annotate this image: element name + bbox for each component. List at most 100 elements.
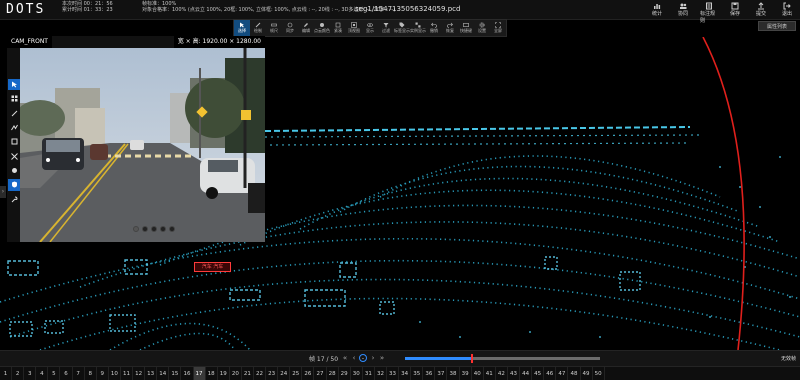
frame-number[interactable]: 49 bbox=[581, 367, 593, 380]
frame-number[interactable]: 46 bbox=[544, 367, 557, 380]
left-tool-split[interactable] bbox=[8, 151, 20, 162]
frame-number[interactable]: 21 bbox=[242, 367, 254, 380]
collapse-left-panel-button[interactable]: › bbox=[0, 186, 6, 198]
collab-button[interactable]: 协同 bbox=[674, 2, 692, 24]
camera-pager-dot[interactable] bbox=[142, 226, 148, 232]
frame-number[interactable]: 34 bbox=[399, 367, 412, 380]
frame-number[interactable]: 17 bbox=[193, 367, 206, 380]
stats-button[interactable]: 统计 bbox=[648, 2, 666, 24]
frame-number[interactable]: 47 bbox=[556, 367, 569, 380]
first-frame-button[interactable]: « bbox=[341, 354, 349, 362]
frame-number[interactable]: 22 bbox=[254, 367, 267, 380]
tool-compact[interactable]: 紧凑 bbox=[330, 20, 346, 36]
left-tool-fill[interactable] bbox=[8, 165, 20, 176]
frame-number[interactable]: 41 bbox=[484, 367, 496, 380]
tool-edit[interactable]: 编辑 bbox=[298, 20, 314, 36]
save-button[interactable]: 保存 bbox=[726, 2, 744, 24]
frame-number[interactable]: 35 bbox=[411, 367, 424, 380]
frame-number[interactable]: 23 bbox=[266, 367, 279, 380]
frame-number[interactable]: 7 bbox=[73, 367, 85, 380]
tool-point-color[interactable]: 点云颜色 bbox=[314, 20, 330, 36]
tool-shortcuts[interactable]: 快捷键 bbox=[458, 20, 474, 36]
play-button[interactable]: · bbox=[359, 354, 367, 363]
frame-number[interactable]: 5 bbox=[48, 367, 61, 380]
frame-number[interactable]: 43 bbox=[508, 367, 521, 380]
camera-pager-dot[interactable] bbox=[133, 226, 139, 232]
left-tool-shield[interactable] bbox=[8, 179, 20, 191]
properties-list-button[interactable]: 属性列表 bbox=[757, 21, 796, 31]
camera-pager-dot[interactable] bbox=[160, 226, 166, 232]
frame-number[interactable]: 6 bbox=[60, 367, 73, 380]
tool-fullscreen[interactable]: 全屏 bbox=[490, 20, 506, 36]
camera-pager-dot[interactable] bbox=[151, 226, 157, 232]
tool-label-display[interactable]: 标签显示 bbox=[394, 20, 410, 36]
frame-number[interactable]: 30 bbox=[351, 367, 363, 380]
camera-image[interactable] bbox=[20, 48, 265, 242]
frame-number[interactable]: 28 bbox=[327, 367, 339, 380]
frame-number[interactable]: 15 bbox=[169, 367, 182, 380]
frame-number[interactable]: 36 bbox=[423, 367, 436, 380]
frame-number[interactable]: 19 bbox=[218, 367, 230, 380]
frame-number[interactable]: 39 bbox=[460, 367, 472, 380]
frame-number[interactable]: 2 bbox=[12, 367, 25, 380]
frame-number[interactable]: 37 bbox=[435, 367, 448, 380]
tool-display[interactable]: 显示 bbox=[362, 20, 378, 36]
rules-button[interactable]: 标注规则 bbox=[700, 2, 718, 24]
invalid-frame-toggle[interactable]: 无效帧 bbox=[781, 355, 796, 362]
frame-number[interactable]: 8 bbox=[85, 367, 97, 380]
frame-number[interactable]: 33 bbox=[387, 367, 400, 380]
camera-pager-dot[interactable] bbox=[169, 226, 175, 232]
frame-number[interactable]: 24 bbox=[278, 367, 291, 380]
tool-instance-display[interactable]: 实例显示 bbox=[410, 20, 426, 36]
tool-select[interactable]: 选择 bbox=[234, 20, 250, 36]
polyline-icon bbox=[10, 124, 18, 131]
left-tool-select[interactable] bbox=[8, 79, 20, 91]
frame-number[interactable]: 4 bbox=[36, 367, 49, 380]
frame-number[interactable]: 9 bbox=[97, 367, 109, 380]
frame-number[interactable]: 42 bbox=[496, 367, 508, 380]
tool-undo[interactable]: 撤销 bbox=[426, 20, 442, 36]
frame-number[interactable]: 48 bbox=[568, 367, 581, 380]
selected-annotation-label[interactable]: 汽车 汽车 bbox=[194, 262, 231, 272]
left-tool-line[interactable] bbox=[8, 108, 20, 119]
prev-frame-button[interactable]: ‹ bbox=[350, 354, 358, 362]
frame-number[interactable]: 40 bbox=[472, 367, 484, 380]
frame-number[interactable]: 32 bbox=[375, 367, 387, 380]
tool-ruler[interactable]: 帧尺 bbox=[266, 20, 282, 36]
frame-number[interactable]: 38 bbox=[447, 367, 460, 380]
frame-number[interactable]: 29 bbox=[339, 367, 351, 380]
tool-draw[interactable]: 绘制 bbox=[250, 20, 266, 36]
frame-number[interactable]: 3 bbox=[24, 367, 37, 380]
frame-number[interactable]: 18 bbox=[206, 367, 218, 380]
frame-number[interactable]: 50 bbox=[593, 367, 605, 380]
frame-number[interactable]: 25 bbox=[290, 367, 303, 380]
frame-number[interactable]: 14 bbox=[157, 367, 170, 380]
frame-progress-bar[interactable] bbox=[405, 354, 600, 363]
tool-redo[interactable]: 恢复 bbox=[442, 20, 458, 36]
left-tool-polyline[interactable] bbox=[8, 122, 20, 133]
left-tool-grid[interactable] bbox=[8, 93, 20, 104]
frame-number[interactable]: 11 bbox=[121, 367, 134, 380]
frame-number[interactable]: 16 bbox=[181, 367, 194, 380]
frame-number[interactable]: 1 bbox=[0, 367, 13, 380]
frame-number[interactable]: 31 bbox=[363, 367, 375, 380]
frame-number[interactable]: 13 bbox=[145, 367, 158, 380]
grid-icon bbox=[11, 95, 17, 102]
frame-progress-marker[interactable] bbox=[471, 354, 474, 363]
frame-number[interactable]: 27 bbox=[314, 367, 327, 380]
tool-top-view[interactable]: 顶视图 bbox=[346, 20, 362, 36]
frame-number[interactable]: 45 bbox=[532, 367, 545, 380]
next-frame-button[interactable]: › bbox=[369, 354, 377, 362]
left-tool-box[interactable] bbox=[8, 136, 20, 147]
tool-filter[interactable]: 过滤 bbox=[378, 20, 394, 36]
frame-number[interactable]: 44 bbox=[520, 367, 533, 380]
last-frame-button[interactable]: » bbox=[378, 354, 386, 362]
tool-settings[interactable]: 设置 bbox=[474, 20, 490, 36]
tool-sync[interactable]: 同步 bbox=[282, 20, 298, 36]
frame-number[interactable]: 12 bbox=[133, 367, 146, 380]
frame-number[interactable]: 20 bbox=[230, 367, 242, 380]
left-toolbar bbox=[8, 79, 22, 205]
left-tool-wrench[interactable] bbox=[8, 194, 20, 205]
frame-number[interactable]: 10 bbox=[109, 367, 121, 380]
frame-number[interactable]: 26 bbox=[302, 367, 315, 380]
